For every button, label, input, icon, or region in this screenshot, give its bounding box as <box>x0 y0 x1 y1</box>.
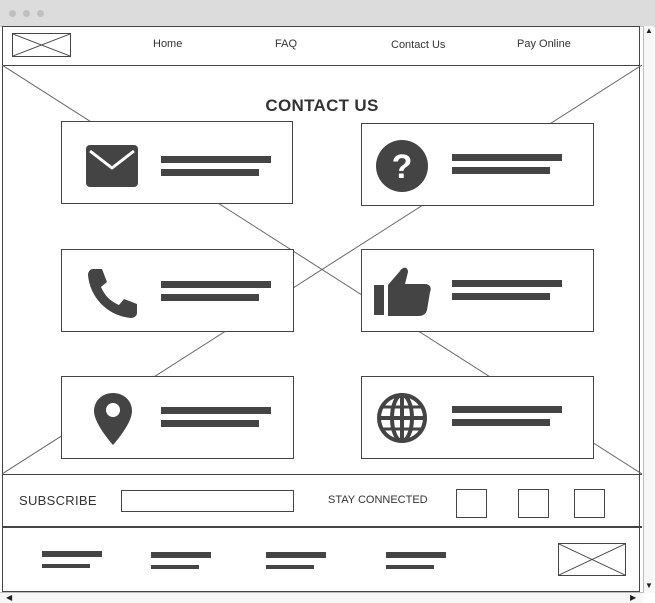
card-text-line <box>452 280 562 287</box>
contact-card-faq[interactable]: ? <box>361 123 594 206</box>
footer-link-line[interactable] <box>266 552 326 558</box>
social-icon-placeholder[interactable] <box>456 489 487 518</box>
subscribe-label: SUBSCRIBE <box>19 493 97 508</box>
hero-divider <box>2 474 642 475</box>
location-pin-icon <box>90 391 136 447</box>
card-text-line <box>452 419 550 426</box>
scroll-up-arrow-icon[interactable]: ▲ <box>645 27 653 35</box>
contact-card-phone[interactable] <box>61 249 294 332</box>
scroll-left-arrow-icon[interactable]: ◀ <box>6 594 12 602</box>
card-text-line <box>161 156 271 163</box>
nav-home[interactable]: Home <box>153 38 182 50</box>
window-maximize-dot[interactable] <box>37 10 44 17</box>
envelope-icon <box>84 142 140 188</box>
card-text-line <box>161 169 259 176</box>
footer-link-line[interactable] <box>151 552 211 558</box>
social-icon-placeholder[interactable] <box>518 489 549 518</box>
card-text-line <box>161 294 259 301</box>
social-icon-placeholder[interactable] <box>574 489 605 518</box>
nav-faq[interactable]: FAQ <box>275 38 297 50</box>
nav-contact-us[interactable]: Contact Us <box>391 39 445 51</box>
card-text-line <box>452 154 562 161</box>
card-text-line <box>452 293 550 300</box>
footer-link-line[interactable] <box>386 565 434 569</box>
svg-text:?: ? <box>392 148 413 186</box>
contact-card-location[interactable] <box>61 376 294 459</box>
window-close-dot[interactable] <box>9 10 16 17</box>
footer-link-line[interactable] <box>42 564 90 568</box>
footer-logo-placeholder <box>558 543 626 576</box>
card-text-line <box>161 407 271 414</box>
footer-link-line[interactable] <box>266 565 314 569</box>
question-icon: ? <box>375 139 429 193</box>
phone-icon <box>84 265 140 321</box>
window-minimize-dot[interactable] <box>23 10 30 17</box>
card-text-line <box>452 406 562 413</box>
contact-card-feedback[interactable] <box>361 249 594 332</box>
stay-connected-label: STAY CONNECTED <box>328 494 428 506</box>
horizontal-scrollbar[interactable]: ◀ ▶ <box>0 592 643 603</box>
nav-pay-online[interactable]: Pay Online <box>517 38 571 50</box>
footer-divider <box>2 526 642 528</box>
page-title: CONTACT US <box>265 96 379 115</box>
contact-card-website[interactable] <box>361 376 594 459</box>
logo-placeholder[interactable] <box>12 33 71 57</box>
window-titlebar <box>0 0 655 27</box>
vertical-scrollbar[interactable]: ▲ ▼ <box>643 26 654 593</box>
thumbs-up-icon <box>372 263 432 317</box>
footer-link-line[interactable] <box>386 552 446 558</box>
footer-link-line[interactable] <box>42 551 102 557</box>
footer-link-line[interactable] <box>151 565 199 569</box>
globe-icon <box>376 392 428 444</box>
card-text-line <box>452 167 550 174</box>
card-text-line <box>161 420 259 427</box>
contact-card-email[interactable] <box>61 121 293 204</box>
scroll-down-arrow-icon[interactable]: ▼ <box>645 582 653 590</box>
card-text-line <box>161 281 271 288</box>
scroll-right-arrow-icon[interactable]: ▶ <box>630 594 636 602</box>
subscribe-input[interactable] <box>121 490 294 512</box>
